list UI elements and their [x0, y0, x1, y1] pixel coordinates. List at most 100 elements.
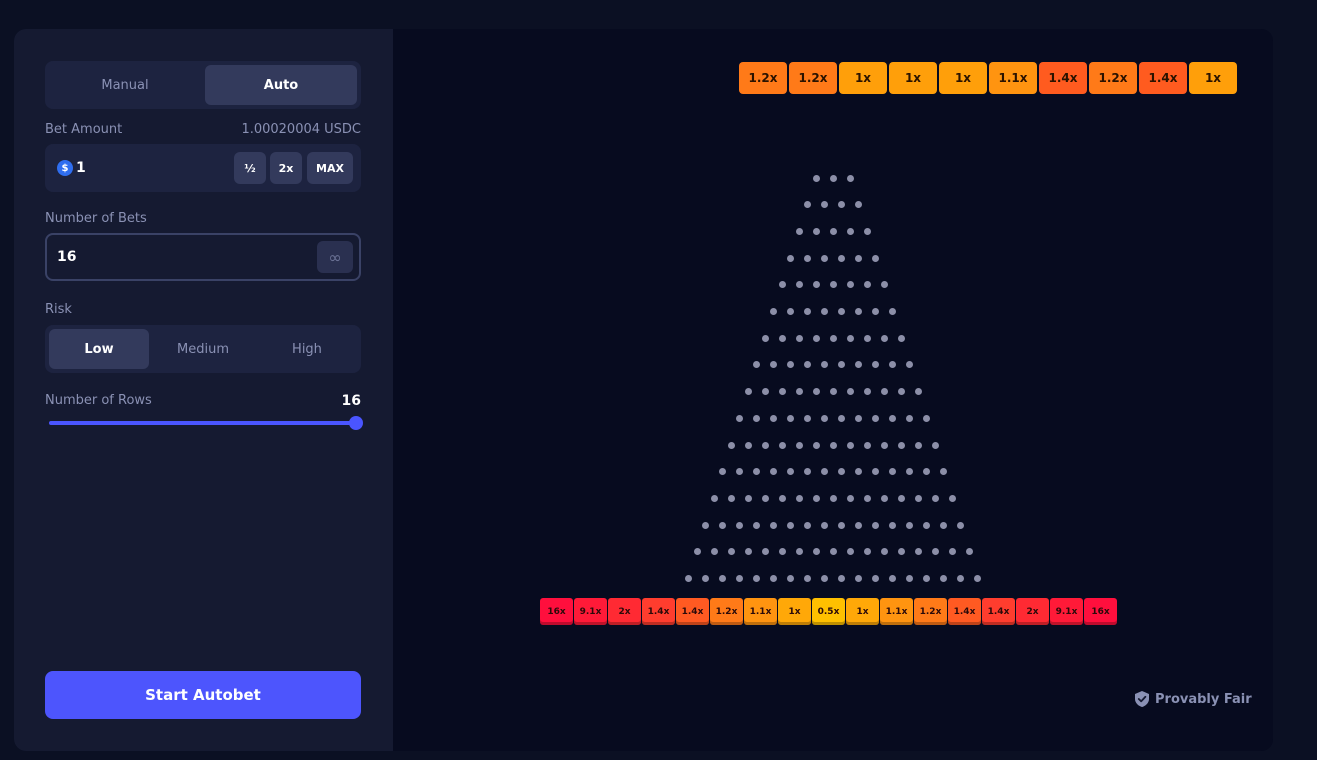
peg [821, 254, 828, 262]
peg [795, 388, 803, 396]
plinko-app: Manual Auto Bet Amount 1.00020004 USDC $… [14, 29, 1273, 751]
peg [812, 334, 820, 342]
multiplier-slot: 1.4x [982, 598, 1015, 625]
peg [744, 388, 752, 396]
peg [804, 201, 811, 209]
peg [940, 521, 947, 529]
peg [710, 548, 718, 556]
peg [855, 254, 862, 262]
peg [778, 441, 786, 449]
peg [812, 548, 820, 556]
peg [778, 548, 786, 556]
peg [838, 361, 845, 369]
infinity-icon[interactable]: ∞ [317, 241, 353, 273]
provably-fair-link[interactable]: Provably Fair [1135, 688, 1252, 710]
peg [872, 308, 879, 315]
peg [855, 361, 862, 369]
peg [914, 494, 922, 502]
shield-check-icon [1135, 691, 1149, 707]
risk-label: Risk [45, 302, 72, 317]
risk-low[interactable]: Low [49, 329, 149, 369]
peg [863, 227, 871, 235]
peg [855, 521, 862, 529]
peg [846, 388, 854, 396]
peg [821, 308, 828, 315]
bet-amount-field: $ ½ 2x MAX [45, 144, 361, 192]
rows-slider[interactable] [49, 421, 357, 425]
bet-amount-input[interactable] [76, 158, 196, 178]
start-autobet-button[interactable]: Start Autobet [45, 671, 361, 719]
peg [957, 575, 964, 582]
multiplier-slot: 9.1x [574, 598, 607, 625]
multiplier-slot: 1.2x [710, 598, 743, 625]
peg [744, 548, 752, 556]
peg [829, 281, 837, 289]
peg [855, 575, 862, 582]
risk-selector: Low Medium High [45, 325, 361, 373]
risk-high[interactable]: High [257, 329, 357, 369]
peg [770, 361, 777, 369]
peg [736, 468, 743, 476]
peg [770, 521, 777, 529]
peg [846, 281, 854, 289]
peg [787, 254, 794, 262]
plinko-board: 1.2x 1.2x 1x 1x 1x 1.1x 1.4x 1.2x 1.4x 1x 16x 9.1x… [393, 29, 1273, 751]
peg [923, 521, 930, 529]
peg [872, 468, 879, 476]
peg [778, 334, 786, 342]
usdc-coin-icon: $ [57, 160, 73, 176]
peg [829, 174, 837, 182]
peg [897, 441, 905, 449]
peg [753, 361, 760, 369]
peg [863, 281, 871, 289]
peg [804, 575, 811, 582]
peg [889, 361, 896, 369]
peg [778, 494, 786, 502]
peg [889, 414, 896, 422]
peg [787, 521, 794, 529]
tab-auto[interactable]: Auto [205, 65, 357, 105]
peg [846, 548, 854, 556]
number-of-bets-input[interactable] [57, 247, 257, 267]
peg [736, 414, 743, 422]
provably-fair-label: Provably Fair [1155, 691, 1252, 707]
peg [829, 494, 837, 502]
peg [889, 575, 896, 582]
peg [727, 494, 735, 502]
peg [761, 441, 769, 449]
multiplier-slot: 1.2x [914, 598, 947, 625]
multiplier-slot: 1.4x [948, 598, 981, 625]
peg [863, 548, 871, 556]
peg [719, 575, 726, 582]
peg [778, 281, 786, 289]
peg [812, 494, 820, 502]
rows-slider-handle[interactable] [349, 416, 363, 430]
peg [846, 174, 854, 182]
peg [744, 494, 752, 502]
peg [804, 254, 811, 262]
peg [923, 414, 930, 422]
peg [761, 334, 769, 342]
peg [812, 227, 820, 235]
peg [906, 521, 913, 529]
peg [897, 494, 905, 502]
tab-manual[interactable]: Manual [49, 65, 201, 105]
peg [863, 441, 871, 449]
peg [863, 334, 871, 342]
risk-medium[interactable]: Medium [153, 329, 253, 369]
double-bet-button[interactable]: 2x [270, 152, 302, 184]
peg [872, 414, 879, 422]
peg [795, 281, 803, 289]
max-bet-button[interactable]: MAX [307, 152, 353, 184]
peg [821, 468, 828, 476]
peg [829, 227, 837, 235]
peg [906, 361, 913, 369]
peg [914, 441, 922, 449]
peg [855, 468, 862, 476]
mode-tabs: Manual Auto [45, 61, 361, 109]
half-bet-button[interactable]: ½ [234, 152, 266, 184]
peg [761, 548, 769, 556]
peg [965, 548, 973, 556]
peg [812, 281, 820, 289]
peg [829, 548, 837, 556]
